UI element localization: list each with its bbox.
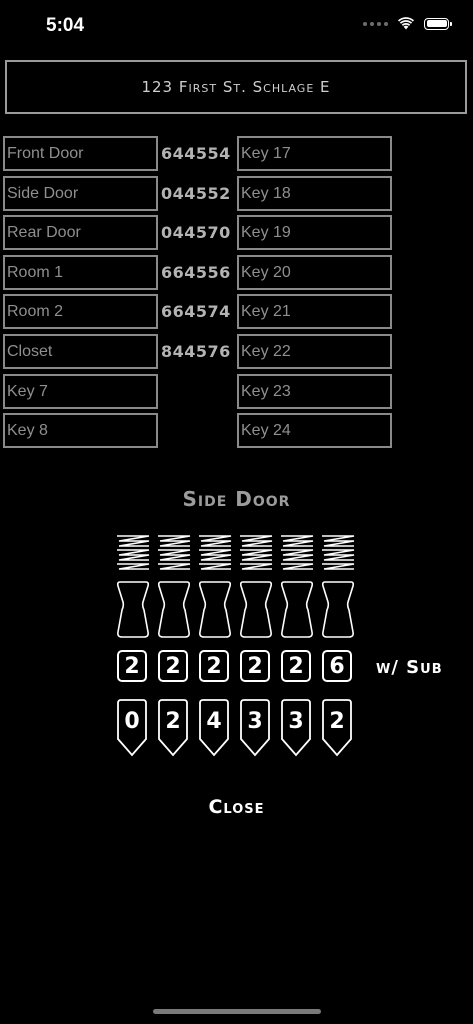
key-button-key-18[interactable]: Key 18 (237, 176, 392, 211)
key-button-side-door[interactable]: Side Door (3, 176, 158, 211)
key-button-key-20[interactable]: Key 20 (237, 255, 392, 290)
key-code: 044552 (161, 184, 231, 203)
bottom-pin-number: 3 (247, 709, 263, 734)
spring-icon (197, 533, 233, 571)
wifi-icon (398, 17, 414, 30)
key-button-key-7[interactable]: Key 7 (3, 374, 158, 409)
top-pin-number: 2 (117, 650, 147, 682)
close-button[interactable]: Close (0, 796, 473, 818)
sub-label: w/ Sub (376, 657, 443, 678)
key-button-key-22[interactable]: Key 22 (237, 334, 392, 369)
driver-pin-icon (156, 580, 192, 640)
home-indicator (153, 1009, 321, 1014)
driver-pin-icon (279, 580, 315, 640)
bottom-pin-number: 2 (329, 709, 345, 734)
bottom-pin-number: 0 (124, 709, 140, 734)
driver-pin-icon (238, 580, 274, 640)
spring-icon (238, 533, 274, 571)
key-button-key-8[interactable]: Key 8 (3, 413, 158, 448)
key-code: 664556 (161, 263, 231, 282)
top-pin-number: 2 (240, 650, 270, 682)
status-time: 5:04 (46, 15, 85, 36)
key-button-front-door[interactable]: Front Door (3, 136, 158, 171)
key-code: 044570 (161, 223, 231, 242)
key-button-room-2[interactable]: Room 2 (3, 294, 158, 329)
key-button-key-24[interactable]: Key 24 (237, 413, 392, 448)
key-button-rear-door[interactable]: Rear Door (3, 215, 158, 250)
signal-dots-icon (363, 21, 388, 26)
key-code: 844576 (161, 342, 231, 361)
battery-icon (424, 17, 452, 30)
status-icons (363, 17, 452, 30)
top-pin-number: 2 (199, 650, 229, 682)
key-button-room-1[interactable]: Room 1 (3, 255, 158, 290)
key-button-key-17[interactable]: Key 17 (237, 136, 392, 171)
driver-pin-icon (197, 580, 233, 640)
key-button-key-21[interactable]: Key 21 (237, 294, 392, 329)
top-pin-number: 2 (281, 650, 311, 682)
key-button-key-19[interactable]: Key 19 (237, 215, 392, 250)
spring-icon (115, 533, 151, 571)
driver-pin-icon (320, 580, 356, 640)
status-bar: 5:04 (0, 0, 473, 52)
lock-title-bar[interactable]: 123 First St. Schlage E (5, 60, 467, 114)
key-button-closet[interactable]: Closet (3, 334, 158, 369)
key-code: 664574 (161, 302, 231, 321)
bottom-pin-number: 2 (165, 709, 181, 734)
spring-icon (279, 533, 315, 571)
top-pin-number: 2 (158, 650, 188, 682)
key-code: 644554 (161, 144, 231, 163)
lock-title: 123 First St. Schlage E (141, 78, 331, 96)
bottom-pin-number: 4 (206, 709, 222, 734)
bottom-pin-number: 3 (288, 709, 304, 734)
selected-key-name: Side Door (182, 487, 291, 511)
spring-icon (320, 533, 356, 571)
top-pin-number: 6 (322, 650, 352, 682)
spring-icon (156, 533, 192, 571)
driver-pin-icon (115, 580, 151, 640)
key-button-key-23[interactable]: Key 23 (237, 374, 392, 409)
